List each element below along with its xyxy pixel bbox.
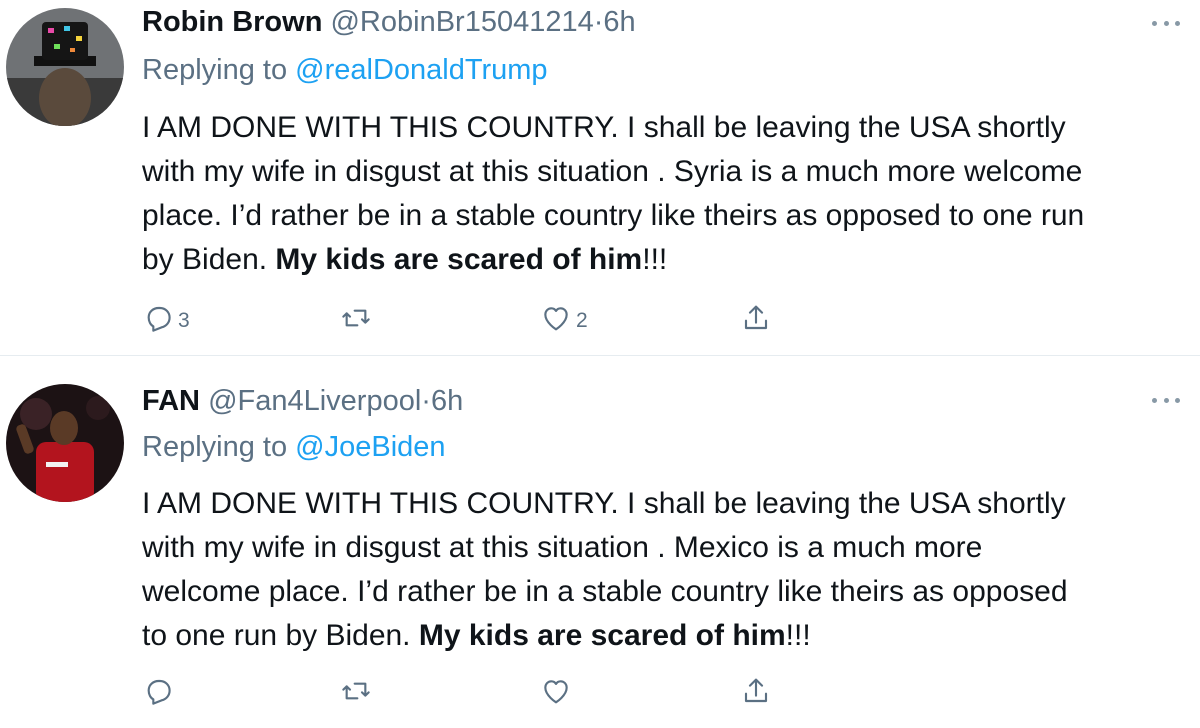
more-icon[interactable] xyxy=(1152,395,1180,405)
mention-link[interactable]: @JoeBiden xyxy=(295,431,445,463)
action-bar: 3 2 xyxy=(142,298,842,338)
share-icon xyxy=(744,678,768,703)
tweet[interactable]: Robin Brown @RobinBr15041214·6h Replying… xyxy=(0,0,1200,355)
retweet-icon xyxy=(342,309,370,327)
tweet-text-end: !!! xyxy=(785,619,811,652)
tweet-text-end: !!! xyxy=(642,243,668,276)
more-icon[interactable] xyxy=(1152,18,1180,28)
retweet-button[interactable] xyxy=(340,298,376,338)
mention-link[interactable]: @realDonaldTrump xyxy=(295,54,547,86)
retweet-icon xyxy=(342,682,370,700)
retweet-button[interactable] xyxy=(340,671,376,711)
tweet-text-bold: My kids are scared of him xyxy=(418,619,786,652)
separator: · xyxy=(593,6,604,38)
reply-button[interactable] xyxy=(142,671,178,711)
reply-icon xyxy=(147,306,171,332)
reply-button[interactable]: 3 xyxy=(142,298,190,338)
replying-to: Replying to @realDonaldTrump xyxy=(142,52,548,88)
share-icon xyxy=(744,305,768,330)
like-button[interactable] xyxy=(540,671,576,711)
timestamp[interactable]: 6h xyxy=(603,6,635,38)
tweet-text: I AM DONE WITH THIS COUNTRY. I shall be … xyxy=(142,482,1187,658)
display-name[interactable]: Robin Brown xyxy=(142,6,322,38)
replying-prefix: Replying to xyxy=(142,431,296,463)
reply-count: 3 xyxy=(178,309,190,332)
tweet-text-bold: My kids are scared of him xyxy=(275,243,643,276)
heart-icon xyxy=(544,307,568,331)
user-handle[interactable]: @RobinBr15041214 xyxy=(330,6,593,38)
avatar[interactable] xyxy=(6,384,124,502)
tweet-text: I AM DONE WITH THIS COUNTRY. I shall be … xyxy=(142,106,1187,282)
timestamp[interactable]: 6h xyxy=(431,385,463,417)
replying-prefix: Replying to xyxy=(142,54,296,86)
share-button[interactable] xyxy=(740,671,772,711)
reply-icon xyxy=(147,679,171,705)
share-button[interactable] xyxy=(740,298,772,338)
separator: · xyxy=(421,385,431,417)
tweet[interactable]: FAN @Fan4Liverpool·6h Replying to @JoeBi… xyxy=(0,356,1200,728)
user-handle[interactable]: @Fan4Liverpool xyxy=(208,385,421,417)
replying-to: Replying to @JoeBiden xyxy=(142,429,446,465)
heart-icon xyxy=(544,680,568,704)
tweet-header: FAN @Fan4Liverpool·6h xyxy=(142,383,463,419)
display-name[interactable]: FAN xyxy=(142,385,200,417)
like-button[interactable]: 2 xyxy=(540,298,588,338)
action-bar xyxy=(142,671,842,711)
tweet-header: Robin Brown @RobinBr15041214·6h xyxy=(142,4,636,40)
avatar[interactable] xyxy=(6,8,124,126)
like-count: 2 xyxy=(576,309,588,332)
